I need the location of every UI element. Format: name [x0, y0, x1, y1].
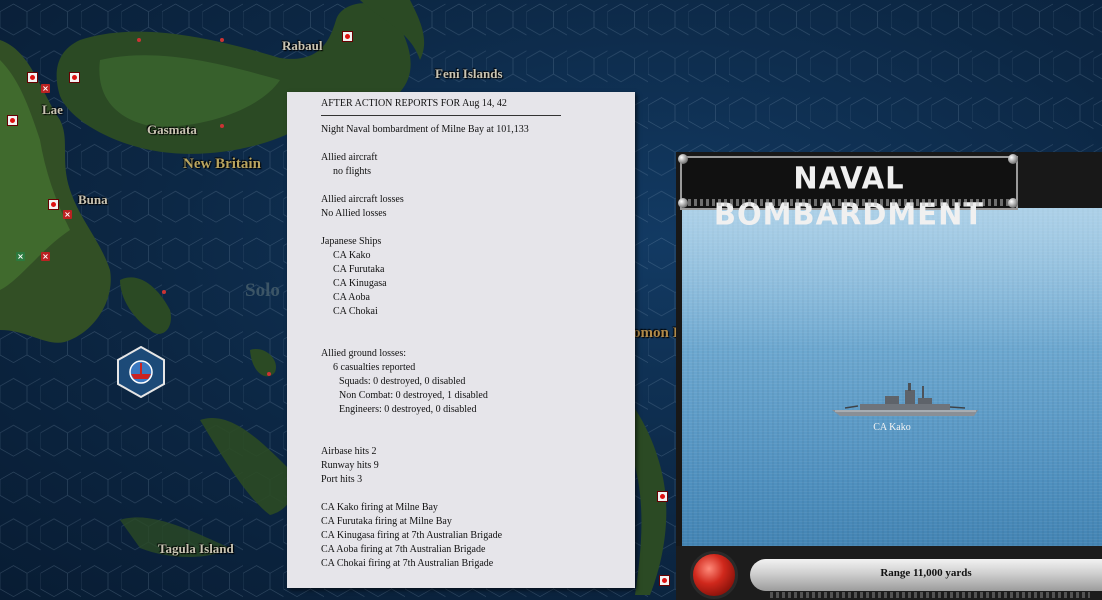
report-japanese-ships: Japanese Ships [321, 236, 382, 247]
japanese-base-icon[interactable] [48, 199, 59, 210]
bolt-icon [678, 154, 688, 164]
report-no-allied-losses: No Allied losses [321, 208, 387, 219]
report-header: AFTER ACTION REPORTS FOR Aug 14, 42 [321, 98, 507, 109]
report-event: Night Naval bombardment of Milne Bay at … [321, 124, 529, 135]
report-port-hits: Port hits 3 [321, 474, 363, 485]
map-label-gasmata: Gasmata [147, 122, 197, 137]
bolt-icon [1008, 154, 1018, 164]
map-label-buna: Buna [78, 192, 108, 207]
port-dot-icon [137, 38, 141, 42]
ship-name-label: CA Kako [873, 422, 911, 433]
map-label-tagula-island: Tagula Island [158, 541, 234, 556]
task-force-icon[interactable] [116, 346, 166, 398]
range-display: Range 11,000 yards [750, 559, 1102, 591]
report-ship: CA Kako [333, 250, 371, 261]
port-dot-icon [162, 290, 166, 294]
contract-strip [682, 199, 1016, 206]
contract-strip [770, 592, 1090, 598]
japanese-base-icon[interactable] [657, 491, 668, 502]
report-squads: Squads: 0 destroyed, 0 disabled [339, 376, 466, 387]
japanese-base-icon[interactable] [27, 72, 38, 83]
report-airbase-hits: Airbase hits 2 [321, 446, 377, 457]
report-allied-aircraft-losses: Allied aircraft losses [321, 194, 404, 205]
map-label-lae: Lae [42, 102, 63, 117]
naval-bombardment-title: NAVAL BOMBARDMENT [713, 160, 985, 232]
range-text: Range 11,000 yards [880, 567, 972, 579]
report-firing-line: CA Kinugasa firing at 7th Australian Bri… [321, 530, 503, 541]
report-firing-line: CA Aoba firing at 7th Australian Brigade [321, 544, 486, 555]
report-casualties: 6 casualties reported [333, 362, 416, 373]
report-no-flights: no flights [333, 166, 372, 177]
report-ground-losses: Allied ground losses: [321, 348, 406, 359]
report-firing-line: CA Furutaka firing at Milne Bay [321, 516, 452, 527]
bolt-icon [678, 198, 688, 208]
port-dot-icon [220, 124, 224, 128]
report-ship: CA Kinugasa [333, 278, 387, 289]
report-ship: CA Chokai [333, 306, 378, 317]
naval-bombardment-panel: CA Kako NAVAL BOMBARDMENT Range 11,000 y… [676, 152, 1102, 600]
map-label-rabaul: Rabaul [282, 38, 323, 53]
japanese-base-icon[interactable] [659, 575, 670, 586]
allied-base-icon[interactable]: × [41, 84, 50, 93]
report-firing-line: CA Kako firing at Milne Bay [321, 502, 438, 513]
port-dot-icon [267, 372, 271, 376]
report-allied-aircraft: Allied aircraft [321, 152, 378, 163]
ship-silhouette [832, 383, 978, 416]
report-divider [321, 115, 561, 116]
map-label-new-britain: New Britain [183, 156, 261, 172]
report-engineers: Engineers: 0 destroyed, 0 disabled [339, 404, 477, 415]
bombardment-footer: Range 11,000 yards [676, 546, 1102, 600]
report-runway-hits: Runway hits 9 [321, 460, 379, 471]
map-label-solomon-islands: omon I [633, 325, 679, 341]
report-text: AFTER ACTION REPORTS FOR Aug 14, 42 Nigh… [321, 97, 561, 571]
report-ship: CA Aoba [333, 292, 370, 303]
report-non-combat: Non Combat: 0 destroyed, 1 disabled [339, 390, 488, 401]
japanese-base-icon[interactable] [342, 31, 353, 42]
fire-button[interactable] [690, 551, 738, 599]
allied-base-icon[interactable]: × [63, 210, 72, 219]
report-firing-line: CA Chokai firing at 7th Australian Briga… [321, 558, 494, 569]
allied-base-icon[interactable]: × [41, 252, 50, 261]
map-label-solomon-sea: Solo [245, 280, 280, 301]
map-label-feni-islands: Feni Islands [435, 66, 503, 81]
report-ship: CA Furutaka [333, 264, 385, 275]
naval-bombardment-title-plate: NAVAL BOMBARDMENT [680, 156, 1018, 232]
airfield-icon[interactable]: × [16, 252, 25, 261]
sea-view: CA Kako [682, 208, 1102, 600]
japanese-base-icon[interactable] [69, 72, 80, 83]
japanese-base-icon[interactable] [7, 115, 18, 126]
port-dot-icon [220, 38, 224, 42]
bolt-icon [1008, 198, 1018, 208]
after-action-report-panel[interactable]: AFTER ACTION REPORTS FOR Aug 14, 42 Nigh… [287, 92, 635, 588]
